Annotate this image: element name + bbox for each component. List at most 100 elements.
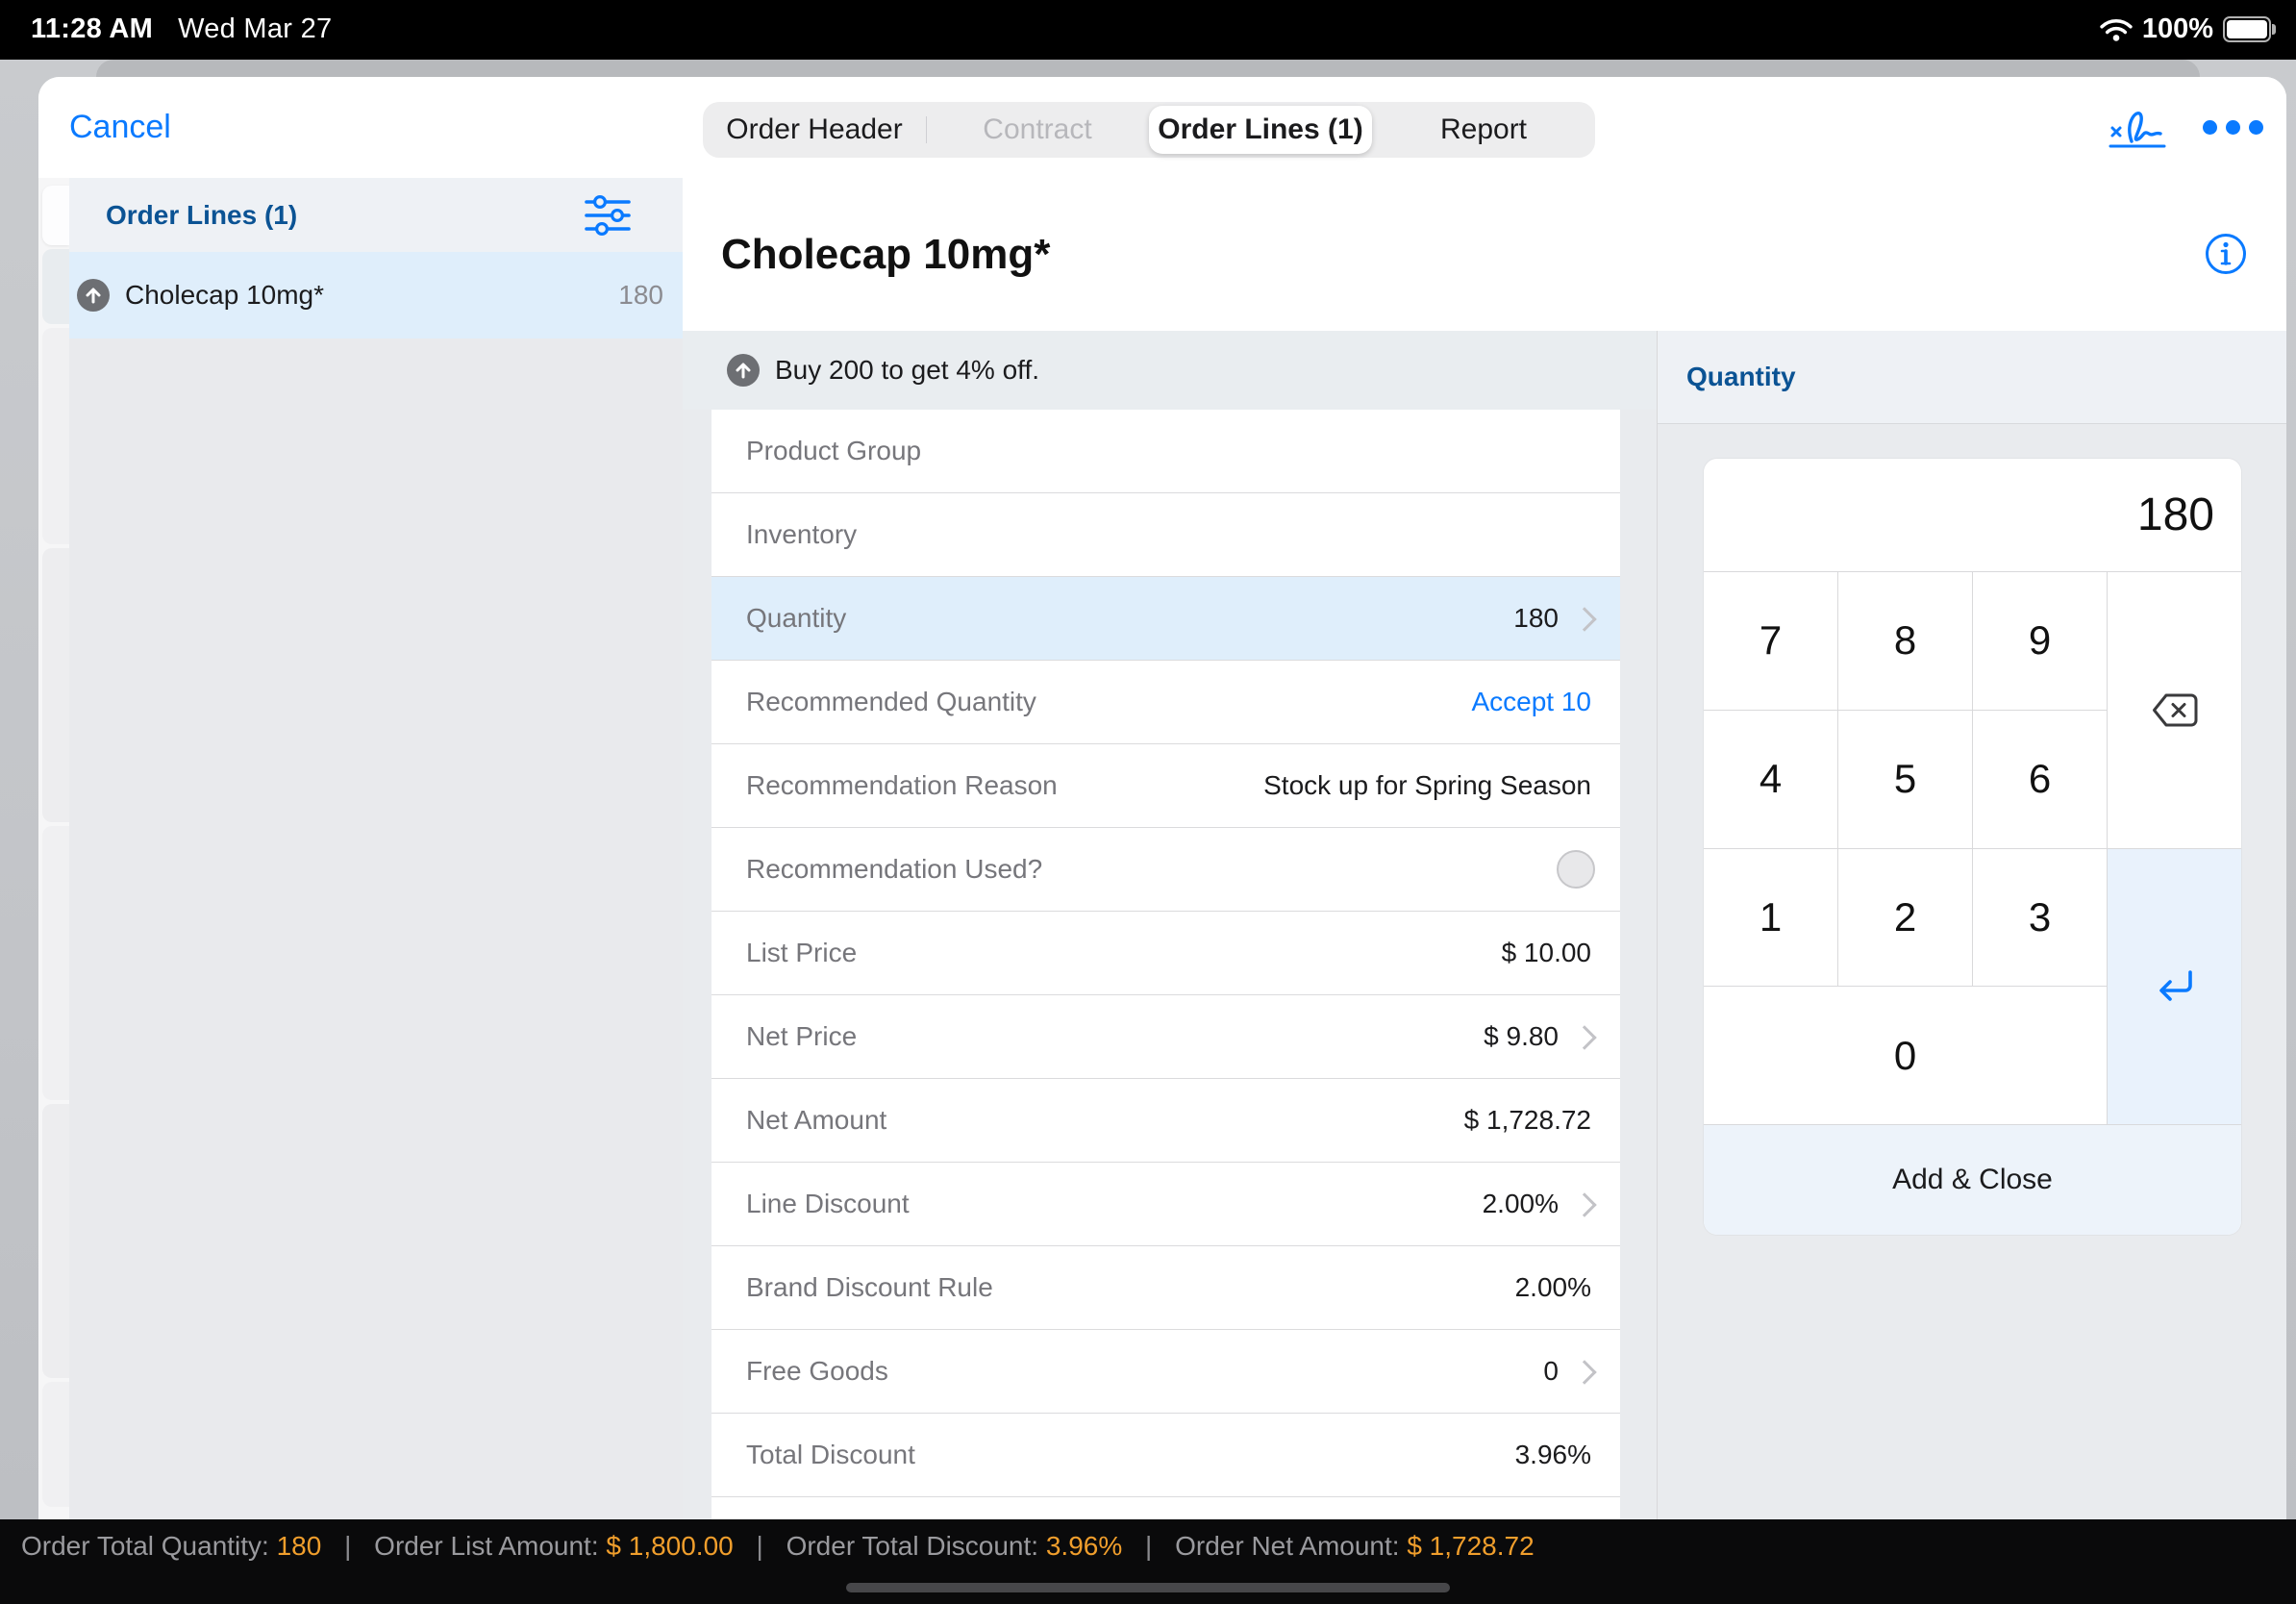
sidebar-header: Order Lines (1)	[69, 178, 683, 253]
detail-title-area: Cholecap 10mg*	[683, 178, 2286, 332]
chevron-right-icon	[1572, 1025, 1596, 1049]
row-free-goods[interactable]: Free Goods 0	[711, 1330, 1620, 1414]
key-0[interactable]: 0	[1704, 987, 2107, 1124]
tab-order-header[interactable]: Order Header	[703, 102, 926, 158]
return-icon	[2154, 967, 2196, 1006]
row-brand-discount-rule[interactable]: Brand Discount Rule 2.00%	[711, 1246, 1620, 1330]
key-4[interactable]: 4	[1704, 711, 1837, 848]
detail-rows-area: Product Group Inventory Quantity 180 Rec…	[683, 410, 1657, 1519]
nav-bar: Cancel Order Header Contract Order Lines…	[38, 77, 2286, 179]
ipad-screen: 11:28 AM Wed Mar 27 100% Cancel Order Hea…	[0, 0, 2296, 1604]
recommendation-used-toggle[interactable]	[1557, 850, 1595, 889]
signature-icon[interactable]	[2107, 105, 2170, 151]
quantity-panel-header: Quantity	[1658, 331, 2286, 424]
battery-percent: 100%	[2142, 13, 2213, 45]
chevron-right-icon	[1572, 1192, 1596, 1216]
row-label: Inventory	[746, 493, 857, 576]
tab-order-lines[interactable]: Order Lines (1)	[1149, 106, 1372, 154]
quantity-panel-title: Quantity	[1686, 331, 1796, 423]
total-quantity-label: Order Total Quantity:	[21, 1531, 269, 1561]
order-totals-text: Order Total Quantity: 180 | Order List A…	[21, 1531, 1535, 1562]
separator: |	[344, 1531, 351, 1561]
order-line-name: Cholecap 10mg*	[125, 252, 324, 338]
accept-recommendation-link[interactable]: Accept 10	[1471, 661, 1591, 743]
status-right-cluster: 100%	[2100, 13, 2271, 45]
key-5[interactable]: 5	[1838, 711, 1972, 848]
keypad-display[interactable]: 180	[1704, 459, 2241, 571]
keypad-grid: 7 8 9 4 5 6 1 2 3	[1704, 571, 2241, 1125]
detail-rows-card: Product Group Inventory Quantity 180 Rec…	[711, 410, 1620, 1530]
total-discount-label: Order Total Discount:	[786, 1531, 1039, 1561]
order-modal: Cancel Order Header Contract Order Lines…	[38, 77, 2286, 1604]
row-list-price[interactable]: List Price $ 10.00	[711, 912, 1620, 995]
order-lines-sidebar: Order Lines (1) Cholecap 10mg* 180	[69, 178, 684, 1519]
row-value: 3.96%	[1515, 1414, 1591, 1496]
info-icon[interactable]	[2204, 232, 2248, 276]
row-label: Total Discount	[746, 1414, 915, 1496]
separator: |	[1145, 1531, 1152, 1561]
more-menu-button[interactable]	[2203, 120, 2263, 135]
row-quantity[interactable]: Quantity 180	[711, 577, 1620, 661]
tab-report[interactable]: Report	[1372, 102, 1595, 158]
row-product-group[interactable]: Product Group	[711, 410, 1620, 493]
row-recommended-quantity[interactable]: Recommended Quantity Accept 10	[711, 661, 1620, 744]
row-total-discount[interactable]: Total Discount 3.96%	[711, 1414, 1620, 1497]
key-3[interactable]: 3	[1973, 849, 2107, 987]
row-recommendation-reason[interactable]: Recommendation Reason Stock up for Sprin…	[711, 744, 1620, 828]
row-recommendation-used[interactable]: Recommendation Used?	[711, 828, 1620, 912]
battery-icon	[2223, 16, 2271, 42]
segment-divider	[926, 116, 927, 143]
row-label: Free Goods	[746, 1330, 888, 1413]
row-label: Recommendation Reason	[746, 744, 1058, 827]
promo-banner-text: Buy 200 to get 4% off.	[775, 331, 1039, 410]
chevron-right-icon	[1572, 1360, 1596, 1384]
row-value: $ 1,728.72	[1464, 1079, 1591, 1162]
row-value: 180	[1513, 577, 1559, 660]
row-net-amount[interactable]: Net Amount $ 1,728.72	[711, 1079, 1620, 1163]
promo-banner: Buy 200 to get 4% off.	[683, 331, 1657, 410]
key-8[interactable]: 8	[1838, 572, 1972, 710]
quantity-panel: Quantity 180 7 8 9 4 5 6	[1657, 331, 2286, 1519]
status-bar: 11:28 AM Wed Mar 27 100%	[0, 0, 2296, 60]
tab-bar: Order Header Contract Order Lines (1) Re…	[703, 102, 1595, 158]
order-line-quantity: 180	[618, 252, 663, 338]
key-2[interactable]: 2	[1838, 849, 1972, 987]
row-label: Recommendation Used?	[746, 828, 1042, 911]
row-value: $ 9.80	[1484, 995, 1559, 1078]
wifi-icon	[2100, 17, 2133, 41]
background-list-edge	[38, 178, 69, 1519]
row-label: Recommended Quantity	[746, 661, 1036, 743]
key-9[interactable]: 9	[1973, 572, 2107, 710]
row-label: List Price	[746, 912, 857, 994]
key-6[interactable]: 6	[1973, 711, 2107, 848]
status-time: 11:28 AM	[31, 13, 153, 44]
nav-right-icons	[2107, 77, 2263, 178]
status-time-date: 11:28 AM Wed Mar 27	[31, 13, 332, 45]
order-line-item[interactable]: Cholecap 10mg* 180	[69, 252, 683, 338]
home-indicator[interactable]	[846, 1583, 1450, 1592]
chevron-right-icon	[1572, 607, 1596, 631]
add-and-close-button[interactable]: Add & Close	[1704, 1125, 2241, 1235]
key-1[interactable]: 1	[1704, 849, 1837, 987]
row-inventory[interactable]: Inventory	[711, 493, 1620, 577]
row-label: Quantity	[746, 577, 846, 660]
total-discount-value: 3.96%	[1046, 1531, 1122, 1561]
row-line-discount[interactable]: Line Discount 2.00%	[711, 1163, 1620, 1246]
net-amount-label: Order Net Amount:	[1175, 1531, 1399, 1561]
total-quantity-value: 180	[277, 1531, 322, 1561]
row-value: Stock up for Spring Season	[1263, 744, 1591, 827]
status-date: Wed Mar 27	[178, 13, 332, 44]
key-7[interactable]: 7	[1704, 572, 1837, 710]
row-label: Product Group	[746, 410, 921, 492]
row-label: Line Discount	[746, 1163, 910, 1245]
backspace-key[interactable]	[2108, 572, 2241, 848]
row-label: Net Amount	[746, 1079, 886, 1162]
tab-contract-label: Contract	[983, 113, 1091, 146]
list-amount-value: $ 1,800.00	[606, 1531, 733, 1561]
row-label: Net Price	[746, 995, 857, 1078]
net-amount-value: $ 1,728.72	[1407, 1531, 1534, 1561]
row-net-price[interactable]: Net Price $ 9.80	[711, 995, 1620, 1079]
cancel-button[interactable]: Cancel	[69, 77, 171, 178]
return-key[interactable]	[2108, 849, 2241, 1125]
filter-icon[interactable]	[583, 194, 633, 237]
